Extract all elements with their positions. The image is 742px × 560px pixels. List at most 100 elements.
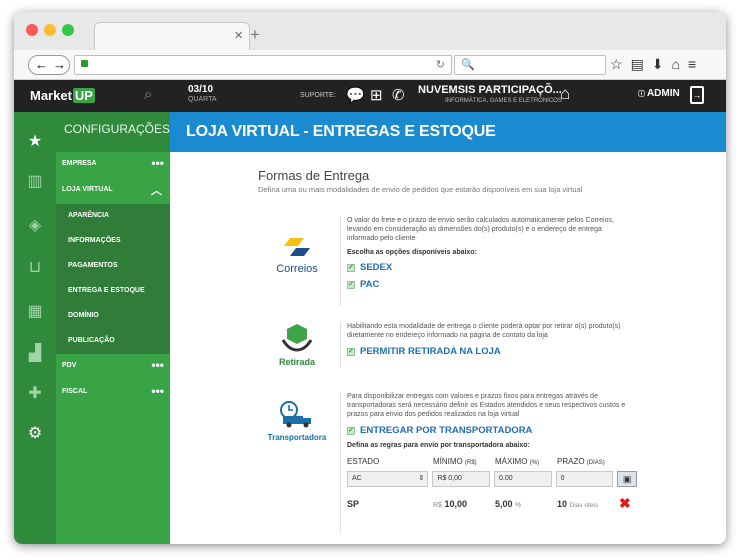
user-menu[interactable]: ⓘ ADMIN bbox=[638, 88, 680, 99]
save-rule-button[interactable]: ▣ bbox=[617, 471, 638, 487]
pac-checkbox[interactable]: ✓ PAC bbox=[347, 279, 628, 290]
col-header-estado: ESTADO bbox=[347, 457, 380, 466]
sidebar-item-empresa[interactable]: EMPRESA ••• bbox=[56, 152, 170, 178]
download-icon[interactable]: ⬇ bbox=[652, 56, 664, 73]
row-prazo: 10 Dias úteis bbox=[557, 499, 619, 509]
whatsapp-icon[interactable]: ✆ bbox=[392, 86, 405, 104]
sidebar-subitem-publicacao[interactable]: PUBLICAÇÃO bbox=[56, 329, 170, 354]
col-header-minimo-unit: (R$) bbox=[465, 460, 477, 466]
browser-tab[interactable]: × bbox=[94, 22, 250, 50]
more-icon[interactable]: ••• bbox=[151, 358, 164, 372]
lock-icon bbox=[81, 60, 88, 67]
chevron-up-icon[interactable]: ︿ bbox=[151, 182, 162, 198]
remote-support-icon[interactable]: ⊞ bbox=[370, 86, 383, 104]
col-header-prazo-unit: (DIAS) bbox=[586, 460, 605, 466]
new-rule-row: AC ⇕ R$ 0,00 0.00 0 ▣ bbox=[347, 471, 638, 487]
sidebar-item-label: PDV bbox=[62, 362, 77, 369]
home-icon[interactable]: ⌂ bbox=[672, 56, 680, 73]
prazo-input[interactable]: 0 bbox=[555, 471, 614, 487]
col-header-minimo: MÍNIMO (R$) bbox=[433, 457, 495, 466]
sidebar-subitem-informacoes[interactable]: INFORMAÇÕES bbox=[56, 229, 170, 254]
row-maximo-unit: % bbox=[515, 501, 522, 509]
shipping-rules-table: ESTADO MÍNIMO (R$) MÁXIMO (%) PRAZO (DIA… bbox=[347, 457, 638, 512]
checkbox-checked-icon[interactable]: ✓ bbox=[347, 263, 355, 272]
store-home-icon[interactable]: ⌂ bbox=[560, 84, 570, 104]
address-bar[interactable]: ↻ bbox=[74, 55, 452, 75]
delete-rule-icon[interactable]: ✖ bbox=[619, 495, 631, 512]
more-icon[interactable]: ••• bbox=[151, 156, 164, 170]
maximo-input[interactable]: 0.00 bbox=[493, 471, 552, 487]
permitir-retirada-checkbox[interactable]: ✓ PERMITIR RETIRADA NA LOJA bbox=[347, 346, 628, 357]
browser-search-field[interactable]: 🔍 bbox=[454, 55, 606, 75]
sidebar-item-label: FISCAL bbox=[62, 388, 88, 395]
star-icon[interactable]: ★ bbox=[25, 132, 45, 152]
sidebar-subitem-dominio[interactable]: DOMÍNIO bbox=[56, 304, 170, 329]
sidebar-subitem-pagamentos[interactable]: PAGAMENTOS bbox=[56, 254, 170, 279]
checkbox-checked-icon[interactable]: ✓ bbox=[347, 426, 355, 435]
minimize-window-button[interactable] bbox=[44, 24, 56, 36]
row-maximo-value: 5,00 bbox=[495, 498, 513, 509]
col-header-maximo: MÁXIMO (%) bbox=[495, 457, 557, 466]
minimo-input[interactable]: R$ 0,00 bbox=[432, 471, 490, 487]
gear-icon[interactable]: ⚙ bbox=[25, 424, 45, 444]
sidebar-subitem-label: DOMÍNIO bbox=[68, 312, 99, 319]
puzzle-icon[interactable]: ✚ bbox=[25, 384, 45, 404]
entregar-transportadora-checkbox[interactable]: ✓ ENTREGAR POR TRANSPORTADORA bbox=[347, 425, 628, 436]
new-tab-button[interactable]: + bbox=[250, 25, 260, 45]
row-minimo-value: 10,00 bbox=[444, 498, 467, 509]
transportadora-description: Para disponibilizar entregas com valores… bbox=[347, 393, 626, 418]
browser-navbar: ← → ↻ 🔍 ☆ ▤ ⬇ ⌂ ≡ bbox=[14, 50, 726, 80]
sidebar-item-fiscal[interactable]: FISCAL ••• bbox=[56, 380, 170, 406]
estado-select-value: AC bbox=[352, 475, 362, 482]
tag-icon[interactable]: ◈ bbox=[25, 216, 45, 236]
sidebar-item-loja-virtual[interactable]: LOJA VIRTUAL ︿ bbox=[56, 178, 170, 204]
bar-chart-icon[interactable]: ▟ bbox=[25, 344, 45, 364]
retirada-logo: Retirada bbox=[258, 322, 336, 367]
forward-arrow-icon[interactable]: → bbox=[53, 56, 66, 74]
row-minimo: R$ 10,00 bbox=[433, 499, 495, 509]
reload-icon[interactable]: ↻ bbox=[436, 58, 445, 71]
row-estado: SP bbox=[347, 498, 360, 509]
section-subtitle: Defina uma ou mais modalidades de envio … bbox=[258, 185, 583, 194]
icon-rail: ★ ▥ ◈ ⊔ ▦ ▟ ✚ ⚙ bbox=[14, 112, 56, 544]
sidebar-subitem-entrega-estoque[interactable]: ENTREGA E ESTOQUE bbox=[56, 279, 170, 304]
reading-list-icon[interactable]: ▤ bbox=[631, 56, 644, 73]
back-arrow-icon[interactable]: ← bbox=[35, 56, 48, 74]
maximize-window-button[interactable] bbox=[62, 24, 74, 36]
sidebar-item-label: EMPRESA bbox=[62, 160, 97, 167]
row-prazo-unit: Dias úteis bbox=[569, 501, 599, 509]
row-maximo: 5,00 % bbox=[495, 499, 557, 509]
close-tab-icon[interactable]: × bbox=[234, 27, 243, 44]
app-search-icon[interactable]: ⌕ bbox=[144, 86, 152, 103]
company-selector[interactable]: NUVEMSIS PARTICIPAÇÕ... INFORMÁTICA, GAM… bbox=[418, 85, 562, 107]
sidebar-subitem-label: APARÊNCIA bbox=[68, 212, 110, 219]
entregar-transportadora-label: ENTREGAR POR TRANSPORTADORA bbox=[360, 425, 533, 436]
sidebar-subitem-label: ENTREGA E ESTOQUE bbox=[68, 287, 145, 294]
calculator-icon[interactable]: ▦ bbox=[25, 302, 45, 322]
menu-icon[interactable]: ≡ bbox=[688, 56, 696, 73]
more-icon[interactable]: ••• bbox=[151, 384, 164, 398]
marketup-logo[interactable]: Market UP bbox=[30, 88, 95, 103]
checkbox-checked-icon[interactable]: ✓ bbox=[347, 347, 355, 356]
page-banner: LOJA VIRTUAL - ENTREGAS E ESTOQUE bbox=[170, 112, 726, 152]
checkbox-checked-icon[interactable]: ✓ bbox=[347, 280, 355, 289]
sidebar-subitem-aparencia[interactable]: APARÊNCIA bbox=[56, 204, 170, 229]
close-window-button[interactable] bbox=[26, 24, 38, 36]
col-header-prazo-label: PRAZO bbox=[557, 457, 585, 466]
sidebar-item-pdv[interactable]: PDV ••• bbox=[56, 354, 170, 380]
sidebar-item-label: LOJA VIRTUAL bbox=[62, 186, 113, 193]
bookmark-star-icon[interactable]: ☆ bbox=[610, 56, 623, 73]
browser-toolbar-icons: ☆ ▤ ⬇ ⌂ ≡ bbox=[610, 56, 696, 73]
basket-icon[interactable]: ⊔ bbox=[25, 258, 45, 278]
pac-label: PAC bbox=[360, 279, 380, 290]
chat-icon[interactable]: 💬 bbox=[346, 86, 365, 104]
barcode-icon[interactable]: ▥ bbox=[25, 172, 45, 192]
sedex-label: SEDEX bbox=[360, 262, 393, 273]
correios-brand: Correios bbox=[276, 263, 318, 275]
estado-select[interactable]: AC ⇕ bbox=[347, 471, 429, 487]
logo-text: Market bbox=[30, 88, 72, 103]
logout-icon[interactable]: → bbox=[690, 86, 704, 104]
sedex-checkbox[interactable]: ✓ SEDEX bbox=[347, 262, 628, 273]
retirada-logo-icon bbox=[281, 324, 313, 352]
back-forward-buttons[interactable]: ← → bbox=[28, 55, 70, 75]
